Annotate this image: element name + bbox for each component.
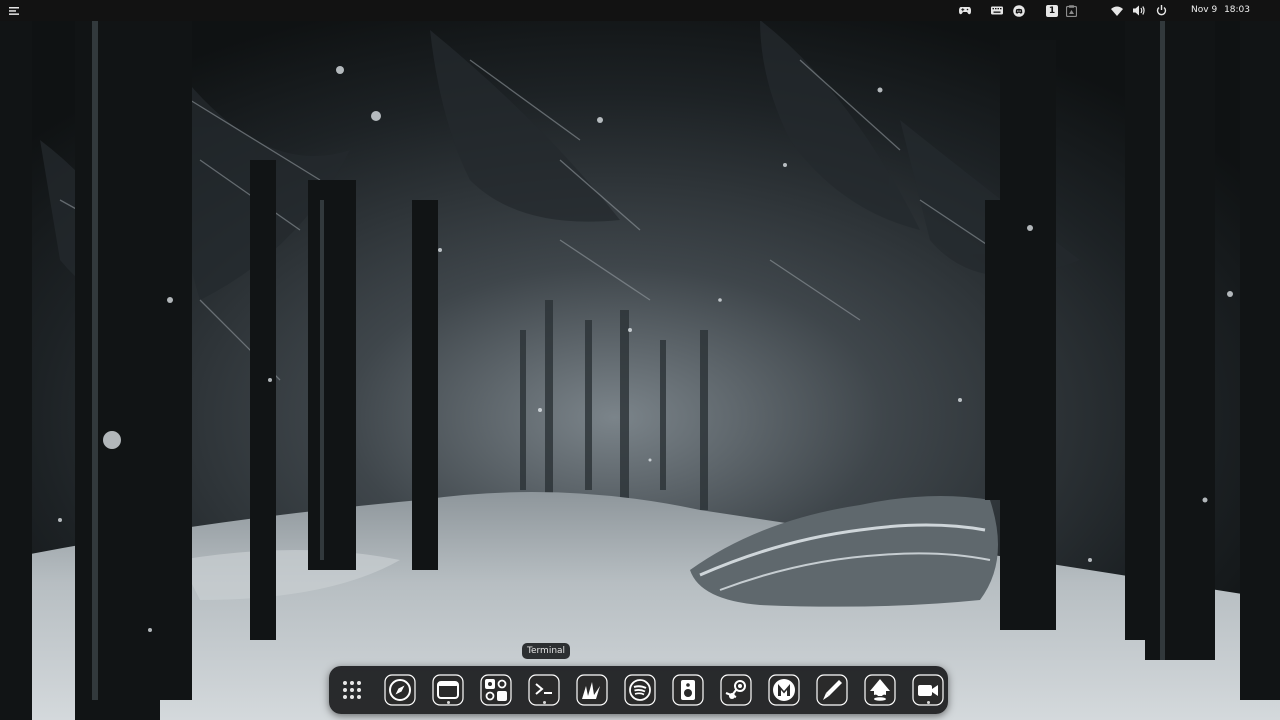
web-browser-icon (384, 674, 416, 706)
dock-app-steam[interactable] (720, 674, 752, 706)
mail-app-icon (768, 674, 800, 706)
clock[interactable]: Nov 9 18:03 (1187, 0, 1250, 21)
activities-icon (9, 6, 19, 15)
running-indicator (446, 701, 450, 704)
gamepad-icon[interactable] (958, 4, 972, 18)
dock-app-krita[interactable] (576, 674, 608, 706)
show-apps-button[interactable] (336, 674, 368, 706)
volume-icon[interactable] (1132, 4, 1146, 18)
krita-icon (576, 674, 608, 706)
wifi-icon[interactable] (1110, 4, 1124, 18)
power-icon[interactable] (1154, 4, 1168, 18)
dock-app-video-recorder[interactable] (912, 674, 944, 706)
activities-button[interactable] (6, 3, 22, 18)
dock-app-mail[interactable] (768, 674, 800, 706)
dock-app-inkscape[interactable] (864, 674, 896, 706)
discord-icon[interactable] (1012, 4, 1026, 18)
dock-app-settings-tweaks[interactable] (480, 674, 512, 706)
speaker-app-icon (672, 674, 704, 706)
dock-app-web-browser[interactable] (384, 674, 416, 706)
status-menu[interactable] (1104, 0, 1174, 21)
app-grid-icon (343, 681, 361, 699)
keyboard-icon[interactable] (990, 4, 1004, 18)
settings-tweaks-icon (480, 674, 512, 706)
dock-app-terminal[interactable] (528, 674, 560, 706)
top-panel: 1 Nov 9 18:03 (0, 0, 1280, 21)
workspace-number: 1 (1048, 5, 1056, 16)
desktop: 1 Nov 9 18:03 Terminal (0, 0, 1280, 720)
dock-app-pen[interactable] (816, 674, 848, 706)
dock-app-speaker[interactable] (672, 674, 704, 706)
dock-app-spotify[interactable] (624, 674, 656, 706)
running-indicator (926, 701, 930, 704)
dock (329, 666, 948, 714)
system-tray: 1 (952, 0, 1084, 21)
steam-icon (720, 674, 752, 706)
spotify-icon (624, 674, 656, 706)
wallpaper-snowy-forest (0, 0, 1280, 720)
workspace-indicator-icon[interactable]: 1 (1046, 4, 1058, 17)
inkscape-icon (864, 674, 896, 706)
clock-date: Nov 9 (1191, 5, 1218, 15)
dock-app-window-manager[interactable] (432, 674, 464, 706)
clock-time: 18:03 (1224, 5, 1250, 15)
running-indicator (542, 701, 546, 704)
clipboard-icon[interactable] (1064, 4, 1078, 18)
pen-app-icon (816, 674, 848, 706)
dock-tooltip: Terminal (522, 643, 571, 659)
